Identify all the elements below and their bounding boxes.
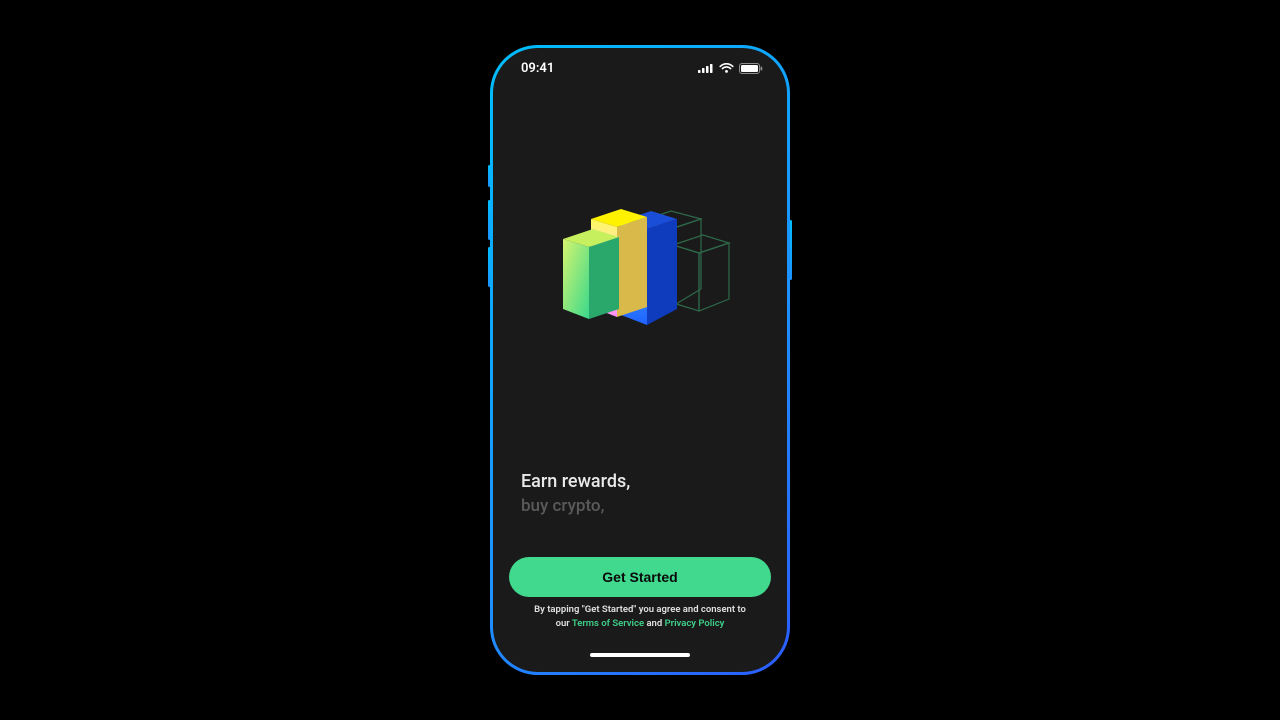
get-started-button[interactable]: Get Started xyxy=(509,557,771,597)
tagline-primary: Earn rewards, xyxy=(521,470,759,493)
battery-icon xyxy=(739,63,763,74)
privacy-policy-link[interactable]: Privacy Policy xyxy=(665,618,725,629)
side-button xyxy=(488,165,491,187)
legal-text: By tapping "Get Started" you agree and c… xyxy=(509,597,771,630)
home-indicator[interactable] xyxy=(493,638,787,672)
power-button xyxy=(789,220,792,280)
terms-of-service-link[interactable]: Terms of Service xyxy=(572,618,644,629)
tagline-secondary: buy crypto, xyxy=(521,495,759,517)
status-bar: 09:41 xyxy=(493,48,787,88)
cellular-signal-icon xyxy=(698,63,714,73)
volume-down-button xyxy=(488,247,491,287)
tagline-group: Earn rewards, buy crypto, xyxy=(493,470,787,517)
volume-up-button xyxy=(488,200,491,240)
hero-illustration xyxy=(493,88,787,470)
home-indicator-bar xyxy=(590,653,690,657)
status-time: 09:41 xyxy=(521,61,554,76)
cta-area: Get Started By tapping "Get Started" you… xyxy=(493,557,787,638)
status-right xyxy=(698,63,763,74)
bars-3d-icon xyxy=(545,189,735,349)
phone-frame: 09:41 xyxy=(490,45,790,675)
wifi-icon xyxy=(719,63,734,74)
phone-screen: 09:41 xyxy=(493,48,787,672)
legal-and: and xyxy=(644,618,664,629)
